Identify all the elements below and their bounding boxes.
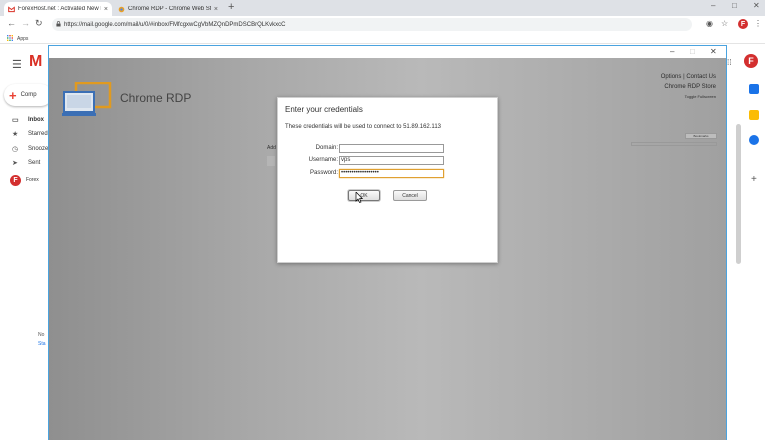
eye-icon[interactable]: ◉ xyxy=(706,19,713,28)
rdp-minimize-icon[interactable]: – xyxy=(670,47,674,56)
rdp-close-icon[interactable]: ✕ xyxy=(710,47,717,56)
minimize-icon[interactable]: – xyxy=(711,1,715,10)
bookmarks-bar: Apps xyxy=(0,33,765,44)
keep-icon[interactable] xyxy=(749,110,759,120)
compose-plus-icon: + xyxy=(9,87,17,103)
mouse-cursor-icon xyxy=(355,192,363,203)
link-separator: | xyxy=(683,74,685,80)
inbox-icon: ▭ xyxy=(12,117,19,124)
browser-profile-avatar[interactable]: F xyxy=(738,19,748,29)
bookmark-star-icon[interactable]: ☆ xyxy=(721,19,728,28)
back-icon[interactable]: ← xyxy=(7,18,16,28)
account-avatar[interactable]: F xyxy=(10,175,21,186)
sidebar-item-label: Sent xyxy=(28,160,41,166)
tab-strip: ForexHost.net : Activated New R × Chrome… xyxy=(0,0,765,16)
tab-chrome-rdp[interactable]: Chrome RDP - Chrome Web Sto × xyxy=(114,2,222,16)
domain-field[interactable] xyxy=(339,144,444,153)
google-apps-icon[interactable]: ⁞⁞ xyxy=(727,58,731,67)
rdp-titlebar[interactable]: – □ ✕ xyxy=(49,46,726,58)
calendar-icon[interactable] xyxy=(749,84,759,94)
ok-button[interactable]: OK xyxy=(348,190,380,201)
gmail-logo-icon[interactable]: M xyxy=(29,53,42,71)
rdp-maximize-icon[interactable]: □ xyxy=(690,47,695,56)
rdp-app-title: Chrome RDP xyxy=(120,91,192,105)
cancel-button[interactable]: Cancel xyxy=(393,190,427,201)
reload-icon[interactable]: ↻ xyxy=(35,18,43,29)
clock-icon: ◷ xyxy=(12,146,19,153)
add-addon-icon[interactable]: + xyxy=(751,174,757,185)
rdp-links: Options | Contact Us Chrome RDP Store To… xyxy=(661,72,716,102)
send-icon: ➤ xyxy=(12,160,18,167)
maximize-icon[interactable]: □ xyxy=(732,1,737,10)
menu-kebab-icon[interactable]: ⋮ xyxy=(754,19,762,28)
dialog-title: Enter your credentials xyxy=(285,105,363,114)
domain-label: Domain: xyxy=(315,145,338,151)
chat-status-line2[interactable]: Sta xyxy=(38,341,46,347)
compose-label: Comp xyxy=(20,92,37,98)
url-text: https://mail.google.com/mail/u/0/#inbox/… xyxy=(64,21,286,28)
store-link[interactable]: Chrome RDP Store xyxy=(661,82,716,92)
apps-bookmark-label[interactable]: Apps xyxy=(17,36,28,42)
username-label: Username: xyxy=(308,157,338,163)
tasks-icon[interactable] xyxy=(749,135,759,145)
bookmarks-button[interactable]: Bookmarks xyxy=(685,133,717,139)
compose-button[interactable]: + Comp xyxy=(4,84,52,106)
toggle-fullscreen-link[interactable]: Toggle Fullscreen xyxy=(661,92,716,102)
chrome-rdp-logo-icon xyxy=(62,82,112,116)
contact-link[interactable]: Contact Us xyxy=(686,74,716,80)
sidebar-item-snoozed[interactable]: ◷ Snooze xyxy=(12,145,48,153)
bookmarks-list[interactable] xyxy=(631,142,717,146)
gmail-favicon-icon xyxy=(8,5,15,12)
chrome-store-favicon-icon xyxy=(118,6,125,12)
sidebar-item-starred[interactable]: ★ Starred xyxy=(12,130,48,138)
sidebar-item-label: Snooze xyxy=(28,146,49,152)
gmail-profile-avatar[interactable]: F xyxy=(744,54,758,68)
sidebar-item-label: Inbox xyxy=(28,117,44,123)
sidebar-item-sent[interactable]: ➤ Sent xyxy=(12,159,40,167)
password-label: Password: xyxy=(309,170,338,176)
address-bar[interactable]: https://mail.google.com/mail/u/0/#inbox/… xyxy=(52,18,692,31)
tab-title: Chrome RDP - Chrome Web Sto xyxy=(128,6,211,12)
lock-icon xyxy=(56,21,61,27)
tab-title: ForexHost.net : Activated New R xyxy=(18,6,101,12)
main-menu-icon[interactable]: ☰ xyxy=(12,58,22,71)
credentials-dialog: Enter your credentials These credentials… xyxy=(277,97,498,263)
dialog-message: These credentials will be used to connec… xyxy=(285,124,441,130)
password-field[interactable]: •••••••••••••••••• xyxy=(339,169,444,178)
chat-status-line1: No xyxy=(38,332,45,338)
close-window-icon[interactable]: ✕ xyxy=(753,1,760,10)
options-link[interactable]: Options xyxy=(661,74,682,80)
tab-gmail[interactable]: ForexHost.net : Activated New R × xyxy=(4,2,112,16)
tab-close-icon[interactable]: × xyxy=(214,6,218,13)
sidebar-item-label: Starred xyxy=(28,131,48,137)
sidebar-item-inbox[interactable]: ▭ Inbox xyxy=(12,116,44,124)
address-label: Add xyxy=(267,145,276,151)
address-input[interactable] xyxy=(267,156,275,166)
tab-close-icon[interactable]: × xyxy=(104,6,108,13)
account-label[interactable]: Forex xyxy=(26,177,39,183)
new-tab-icon[interactable]: + xyxy=(228,1,234,13)
star-icon: ★ xyxy=(12,131,19,138)
scrollbar[interactable] xyxy=(736,124,741,264)
username-field[interactable]: vps xyxy=(339,156,444,165)
forward-icon[interactable]: → xyxy=(21,18,30,28)
browser-toolbar: ← → ↻ https://mail.google.com/mail/u/0/#… xyxy=(0,16,765,33)
apps-grid-icon[interactable] xyxy=(7,35,13,41)
